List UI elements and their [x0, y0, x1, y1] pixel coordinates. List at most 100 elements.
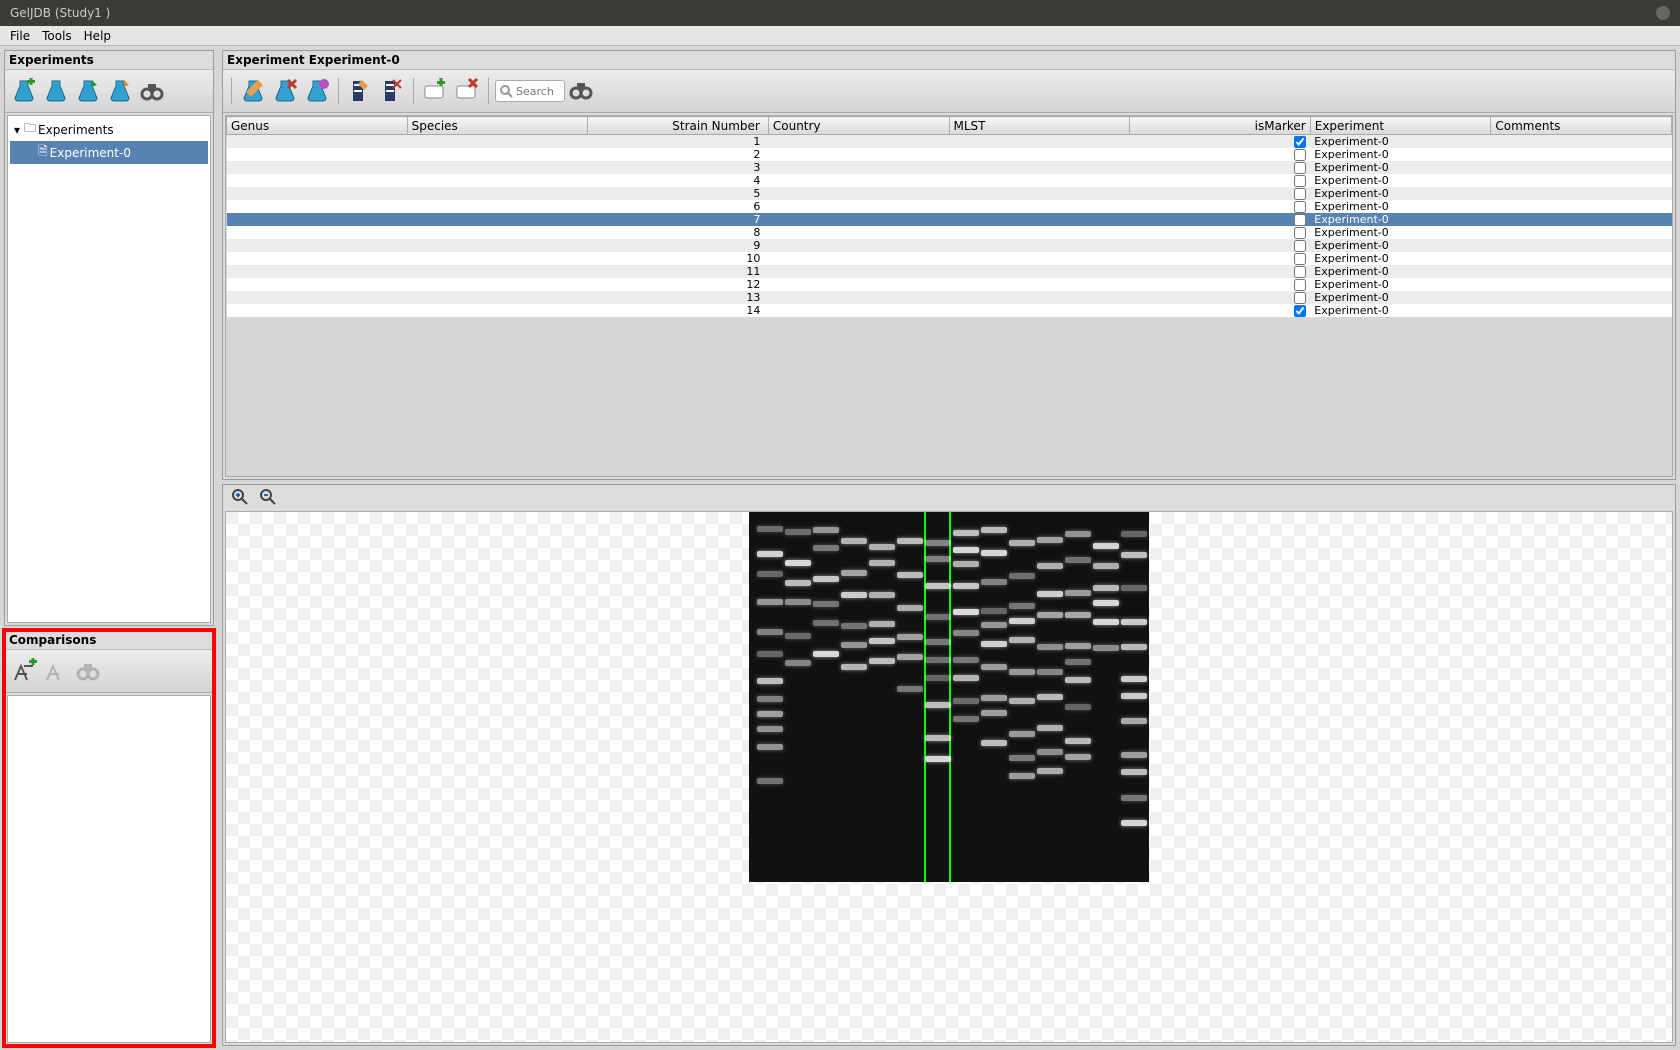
experiment-button-2[interactable] — [41, 76, 71, 106]
marker-checkbox[interactable] — [1294, 201, 1306, 213]
comparisons-tree[interactable] — [7, 695, 211, 1043]
marker-checkbox[interactable] — [1294, 214, 1306, 226]
marker-checkbox[interactable] — [1294, 240, 1306, 252]
table-row[interactable]: 7Experiment-0 — [227, 213, 1672, 226]
marker-checkbox[interactable] — [1294, 305, 1306, 317]
marker-checkbox[interactable] — [1294, 162, 1306, 174]
menu-tools[interactable]: Tools — [36, 29, 78, 43]
lane-delete-button[interactable] — [270, 76, 300, 106]
marker-checkbox[interactable] — [1294, 188, 1306, 200]
cell — [768, 213, 949, 226]
card-add-button[interactable] — [420, 76, 450, 106]
table-row[interactable]: 10Experiment-0 — [227, 252, 1672, 265]
cell — [768, 148, 949, 161]
experiments-tree[interactable]: ▾ 🗀 Experiments 🗎 Experiment-0 — [7, 115, 211, 623]
cell: Experiment-0 — [1310, 135, 1491, 149]
lane-info-button[interactable] — [302, 76, 332, 106]
menu-help[interactable]: Help — [78, 29, 117, 43]
zoom-out-button[interactable] — [257, 486, 279, 508]
experiment-add-button[interactable] — [9, 76, 39, 106]
table-row[interactable]: 13Experiment-0 — [227, 291, 1672, 304]
folder-icon: 🗀 — [24, 119, 36, 140]
card-delete-button[interactable] — [452, 76, 482, 106]
col-header[interactable]: isMarker — [1130, 117, 1311, 135]
marker-checkbox[interactable] — [1294, 292, 1306, 304]
tree-item[interactable]: 🗎 Experiment-0 — [10, 141, 208, 164]
tree-root-label: Experiments — [38, 123, 114, 137]
col-header[interactable]: Species — [407, 117, 588, 135]
lanes-table[interactable]: GenusSpeciesStrain NumberCountryMLSTisMa… — [226, 116, 1672, 317]
cell — [407, 187, 588, 200]
col-header[interactable]: MLST — [949, 117, 1130, 135]
table-search-button[interactable] — [567, 76, 597, 106]
cell — [407, 135, 588, 149]
tree-item-label: Experiment-0 — [50, 146, 131, 160]
cell: 2 — [588, 148, 769, 161]
table-row[interactable]: 8Experiment-0 — [227, 226, 1672, 239]
cell — [1491, 161, 1672, 174]
col-header[interactable]: Strain Number — [588, 117, 769, 135]
col-header[interactable]: Experiment — [1310, 117, 1491, 135]
marker-checkbox[interactable] — [1294, 227, 1306, 239]
table-row[interactable]: 2 Experiment-0 — [227, 148, 1672, 161]
table-row[interactable]: 1Experiment-0 — [227, 135, 1672, 149]
cell: 5 — [588, 187, 769, 200]
table-row[interactable]: 12Experiment-0 — [227, 278, 1672, 291]
cell — [1491, 265, 1672, 278]
cell: Experiment-0 — [1310, 174, 1491, 187]
marker-checkbox[interactable] — [1294, 149, 1306, 161]
title-bar: GelJDB (Study1 ) — [0, 0, 1680, 26]
gel-button-2[interactable] — [377, 76, 407, 106]
comparison-search-button[interactable] — [73, 656, 103, 686]
cell — [407, 252, 588, 265]
cell — [1130, 174, 1311, 187]
marker-checkbox[interactable] — [1294, 279, 1306, 291]
cell — [227, 304, 408, 317]
cell — [227, 148, 408, 161]
gel-view[interactable]: // simple synthetic gel lanes — [225, 511, 1673, 1043]
table-row[interactable]: 11Experiment-0 — [227, 265, 1672, 278]
marker-checkbox[interactable] — [1294, 266, 1306, 278]
cell — [949, 135, 1130, 149]
table-row[interactable]: 3Experiment-0 — [227, 161, 1672, 174]
expand-icon[interactable]: ▾ — [12, 123, 22, 137]
cell — [949, 278, 1130, 291]
cell — [949, 200, 1130, 213]
gel-button-1[interactable] — [345, 76, 375, 106]
table-row[interactable]: 6Experiment-0 — [227, 200, 1672, 213]
lane-edit-button[interactable] — [238, 76, 268, 106]
cell — [768, 200, 949, 213]
cell: Experiment-0 — [1310, 148, 1491, 161]
marker-checkbox[interactable] — [1294, 175, 1306, 187]
cell — [1491, 239, 1672, 252]
marker-checkbox[interactable] — [1294, 253, 1306, 265]
col-header[interactable]: Comments — [1491, 117, 1672, 135]
zoom-in-button[interactable] — [229, 486, 251, 508]
col-header[interactable]: Genus — [227, 117, 408, 135]
experiment-button-4[interactable] — [105, 76, 135, 106]
table-row[interactable]: 14Experiment-0 — [227, 304, 1672, 317]
cell — [407, 278, 588, 291]
comparison-add-button[interactable] — [9, 656, 39, 686]
col-header[interactable]: Country — [768, 117, 949, 135]
marker-checkbox[interactable] — [1294, 136, 1306, 148]
cell — [227, 252, 408, 265]
cell — [1130, 278, 1311, 291]
cell — [227, 135, 408, 149]
cell: Experiment-0 — [1310, 304, 1491, 317]
experiments-title: Experiments — [5, 51, 213, 70]
table-row[interactable]: 9Experiment-0 — [227, 239, 1672, 252]
cell — [949, 226, 1130, 239]
comparison-button-2[interactable] — [41, 656, 71, 686]
experiment-button-3[interactable] — [73, 76, 103, 106]
cell — [1491, 291, 1672, 304]
cell: Experiment-0 — [1310, 200, 1491, 213]
table-row[interactable]: 5Experiment-0 — [227, 187, 1672, 200]
search-wrap — [495, 80, 565, 102]
menu-file[interactable]: File — [4, 29, 36, 43]
cell — [1130, 252, 1311, 265]
close-icon[interactable] — [1656, 6, 1670, 20]
tree-root[interactable]: ▾ 🗀 Experiments — [10, 118, 208, 141]
table-row[interactable]: 4Experiment-0 — [227, 174, 1672, 187]
experiment-search-button[interactable] — [137, 76, 167, 106]
